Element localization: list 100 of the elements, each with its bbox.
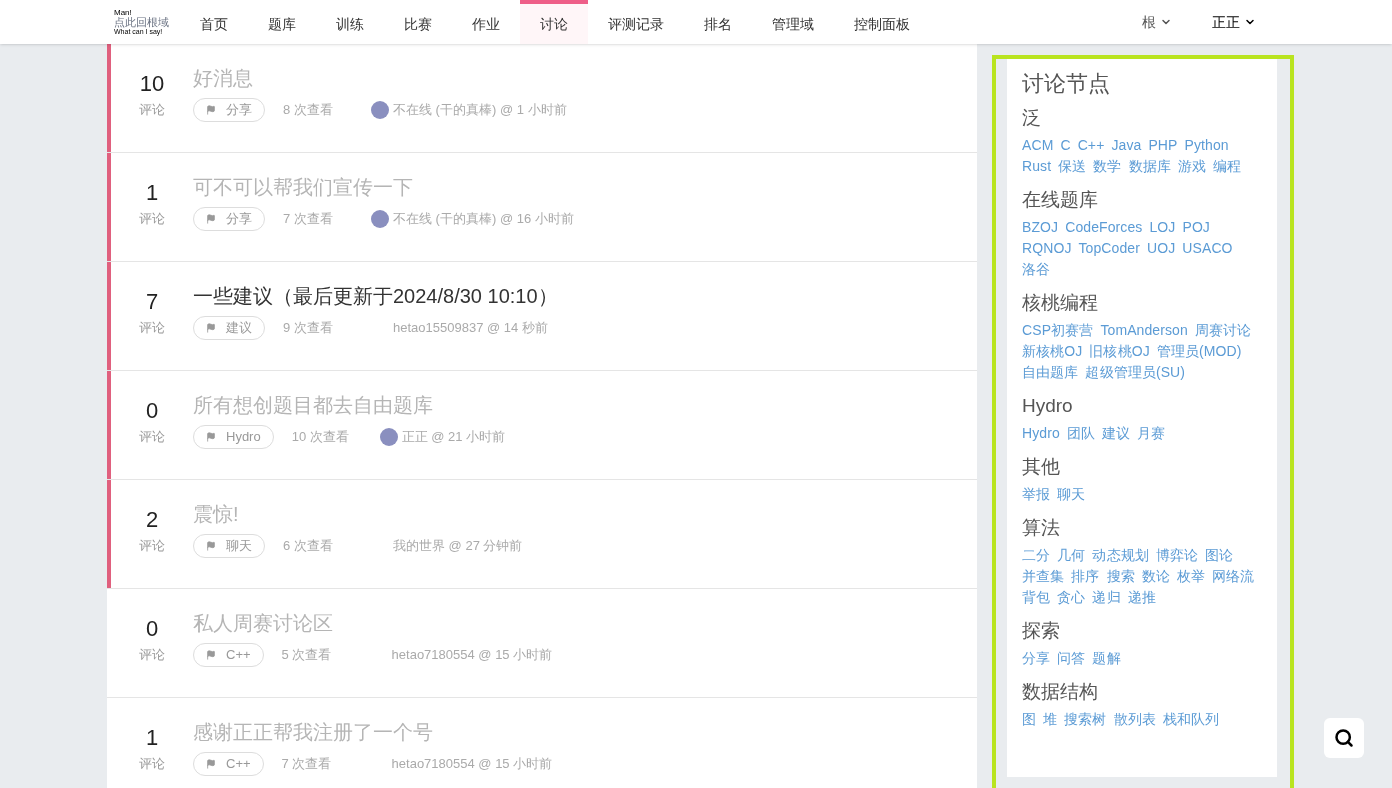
discussion-row[interactable]: 7 评论 一些建议（最后更新于2024/8/30 10:10） 建议 9 次查看 hetao15509837 @ 14 秒前 bbox=[107, 262, 977, 371]
author-time: hetao7180554 @ 15 小时前 bbox=[391, 646, 553, 665]
node-link[interactable]: 搜索 bbox=[1106, 566, 1135, 587]
node-link[interactable]: POJ bbox=[1182, 217, 1210, 238]
nav-tab[interactable]: 控制面板 bbox=[834, 0, 930, 44]
node-link[interactable]: 洛谷 bbox=[1022, 259, 1051, 280]
node-link[interactable]: CodeForces bbox=[1065, 217, 1143, 238]
discussion-row[interactable]: 0 评论 私人周赛讨论区 C++ 5 次查看 hetao7180554 @ 15 小时前 bbox=[107, 589, 977, 698]
node-link[interactable]: 数论 bbox=[1141, 566, 1170, 587]
nav-tab[interactable]: 题库 bbox=[248, 0, 316, 44]
node-link[interactable]: 周赛讨论 bbox=[1194, 320, 1252, 341]
discussion-row[interactable]: 0 评论 所有想创题目都去自由题库 Hydro 10 次查看 正正 @ 21 小时前 bbox=[107, 371, 977, 480]
node-link[interactable]: 游戏 bbox=[1177, 156, 1207, 177]
node-link[interactable]: USACO bbox=[1182, 238, 1233, 259]
node-link[interactable]: 保送 bbox=[1058, 156, 1087, 177]
comment-count: 0 bbox=[145, 398, 159, 424]
node-link[interactable]: 二分 bbox=[1022, 545, 1051, 566]
node-link[interactable]: RQNOJ bbox=[1022, 238, 1072, 259]
node-link[interactable]: Python bbox=[1184, 135, 1229, 156]
discussion-title[interactable]: 私人周赛讨论区 bbox=[193, 609, 553, 637]
discussion-row[interactable]: 1 评论 感谢正正帮我注册了一个号 C++ 7 次查看 hetao7180554 @ 15 小时前 bbox=[107, 698, 977, 788]
node-link[interactable]: 超级管理员(SU) bbox=[1085, 362, 1186, 383]
node-link[interactable]: Hydro bbox=[1022, 423, 1060, 444]
node-link[interactable]: 动态规划 bbox=[1092, 545, 1149, 566]
comment-count: 1 bbox=[145, 725, 159, 751]
node-link[interactable]: 问答 bbox=[1057, 648, 1086, 669]
node-link[interactable]: TomAnderson bbox=[1100, 320, 1188, 341]
group-heading: 核桃编程 bbox=[1022, 291, 1099, 315]
nav-tab[interactable]: 排名 bbox=[684, 0, 752, 44]
group-heading: 在线题库 bbox=[1022, 188, 1099, 212]
comment-label: 评论 bbox=[139, 646, 165, 664]
node-link[interactable]: 新核桃OJ bbox=[1022, 341, 1083, 362]
node-link[interactable]: 递推 bbox=[1127, 587, 1156, 608]
node-link[interactable]: CSP初赛营 bbox=[1022, 320, 1094, 341]
discussion-title[interactable]: 可不可以帮我们宣传一下 bbox=[193, 173, 574, 201]
node-link[interactable]: BZOJ bbox=[1022, 217, 1059, 238]
node-link[interactable]: Rust bbox=[1022, 156, 1052, 177]
node-link[interactable]: TopCoder bbox=[1078, 238, 1140, 259]
node-link[interactable]: C++ bbox=[1077, 135, 1105, 156]
node-link[interactable]: 图论 bbox=[1205, 545, 1234, 566]
node-link[interactable]: 管理员(MOD) bbox=[1156, 341, 1242, 362]
node-link[interactable]: 搜索树 bbox=[1064, 709, 1107, 730]
view-count: 6 次查看 bbox=[283, 537, 334, 556]
node-link[interactable]: 堆 bbox=[1043, 709, 1058, 730]
node-link[interactable]: UOJ bbox=[1147, 238, 1176, 259]
node-link[interactable]: 散列表 bbox=[1113, 709, 1156, 730]
node-link[interactable]: 栈和队列 bbox=[1162, 709, 1220, 730]
nav-tab[interactable]: 评测记录 bbox=[588, 0, 684, 44]
node-link[interactable]: 贪心 bbox=[1057, 587, 1086, 608]
node-link[interactable]: 分享 bbox=[1022, 648, 1051, 669]
node-link[interactable]: 举报 bbox=[1022, 484, 1051, 505]
discussion-row[interactable]: 10 评论 好消息 分享 8 次查看 不在线 (干的真棒) @ 1 小时前 bbox=[107, 44, 977, 153]
node-link[interactable]: 图 bbox=[1022, 709, 1037, 730]
comment-count: 10 bbox=[139, 71, 165, 97]
sidebar-title: 讨论节点 bbox=[1022, 70, 1111, 98]
node-link[interactable]: C bbox=[1060, 135, 1071, 156]
nav-dropdown[interactable]: 正正 bbox=[1212, 11, 1256, 33]
nav-tab[interactable]: 讨论 bbox=[520, 0, 588, 44]
discussion-title[interactable]: 好消息 bbox=[193, 64, 567, 92]
node-link[interactable]: 月赛 bbox=[1137, 423, 1166, 444]
node-link[interactable]: 自由题库 bbox=[1022, 362, 1079, 383]
discussion-row[interactable]: 2 评论 震惊! 聊天 6 次查看 我的世界 @ 27 分钟前 bbox=[107, 480, 977, 589]
node-link[interactable]: ACM bbox=[1022, 135, 1054, 156]
search-button[interactable] bbox=[1324, 718, 1364, 758]
node-link[interactable]: 旧核桃OJ bbox=[1089, 341, 1150, 362]
node-link[interactable]: PHP bbox=[1148, 135, 1178, 156]
node-link[interactable]: 数据库 bbox=[1128, 156, 1171, 177]
nav-tab[interactable]: 作业 bbox=[452, 0, 520, 44]
node-link[interactable]: 排序 bbox=[1071, 566, 1100, 587]
node-link[interactable]: 博弈论 bbox=[1155, 545, 1199, 566]
node-link[interactable]: 网络流 bbox=[1212, 566, 1255, 587]
author-time: 不在线 (干的真棒) @ 16 小时前 bbox=[393, 210, 574, 229]
discussion-title[interactable]: 所有想创题目都去自由题库 bbox=[193, 391, 506, 419]
node-link[interactable]: 建议 bbox=[1102, 423, 1131, 444]
discussion-title[interactable]: 震惊! bbox=[193, 500, 523, 528]
node-link[interactable]: 团队 bbox=[1066, 423, 1096, 444]
discussion-row[interactable]: 1 评论 可不可以帮我们宣传一下 分享 7 次查看 不在线 (干的真棒) @ 16 小时前 bbox=[107, 153, 977, 262]
node-link[interactable]: 枚举 bbox=[1176, 566, 1206, 587]
view-count: 7 次查看 bbox=[281, 755, 333, 774]
comment-count: 2 bbox=[145, 507, 159, 533]
node-link[interactable]: 题解 bbox=[1092, 648, 1121, 669]
node-link[interactable]: 数学 bbox=[1093, 156, 1122, 177]
node-link[interactable]: 几何 bbox=[1057, 545, 1086, 566]
comment-label: 评论 bbox=[139, 755, 165, 773]
nav-tab[interactable]: 比赛 bbox=[384, 0, 452, 44]
node-link[interactable]: 并查集 bbox=[1022, 566, 1065, 587]
nav-tab[interactable]: 训练 bbox=[316, 0, 384, 44]
node-link[interactable]: 背包 bbox=[1022, 587, 1051, 608]
node-link[interactable]: LOJ bbox=[1149, 217, 1176, 238]
node-link[interactable]: Java bbox=[1111, 135, 1142, 156]
nav-tab[interactable]: 管理域 bbox=[752, 0, 834, 44]
nav-dropdown[interactable]: 根 bbox=[1142, 11, 1172, 33]
discussion-title[interactable]: 感谢正正帮我注册了一个号 bbox=[193, 718, 553, 746]
node-link[interactable]: 编程 bbox=[1213, 156, 1242, 177]
view-count: 7 次查看 bbox=[283, 210, 334, 229]
nav-tab[interactable]: 首页 bbox=[180, 0, 248, 44]
node-link[interactable]: 聊天 bbox=[1057, 484, 1086, 505]
group-heading: 泛 bbox=[1022, 106, 1042, 130]
node-link[interactable]: 递归 bbox=[1092, 587, 1121, 608]
discussion-title[interactable]: 一些建议（最后更新于2024/8/30 10:10） bbox=[193, 282, 558, 310]
